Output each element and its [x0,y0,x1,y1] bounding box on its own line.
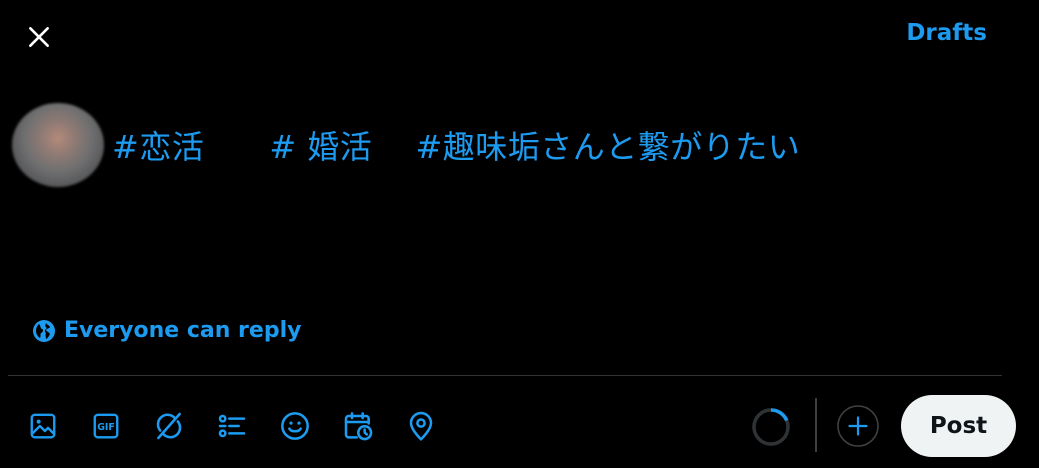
gif-button[interactable]: GIF [87,405,125,447]
gif-icon: GIF [93,413,119,439]
poll-icon [218,414,246,438]
compose-toolbar: GIF [24,405,465,447]
svg-text:GIF: GIF [97,422,115,433]
grok-button[interactable] [150,405,188,447]
emoji-icon [281,412,309,440]
emoji-button[interactable] [276,405,314,447]
reply-setting-button[interactable]: Everyone can reply [32,318,301,343]
globe-icon [33,319,55,342]
divider [8,375,1002,376]
compose-dialog: Drafts #恋活 # 婚活 #趣味垢さんと繋がりたい Everyone ca… [0,0,1039,468]
toolbar-separator [815,398,817,452]
plus-circle-icon [848,416,868,436]
character-count-progress [752,408,790,446]
post-button[interactable]: Post [901,395,1016,457]
close-icon [29,27,49,47]
drafts-link[interactable]: Drafts [906,20,987,46]
media-button[interactable] [24,405,62,447]
add-post-button[interactable] [836,404,880,448]
poll-button[interactable] [213,405,251,447]
location-icon [409,411,433,441]
grok-icon [156,412,182,440]
schedule-button[interactable] [339,405,377,447]
close-button[interactable] [18,16,60,58]
schedule-icon [344,412,373,441]
avatar[interactable] [12,103,104,187]
reply-setting-label: Everyone can reply [64,318,302,343]
image-icon [30,413,56,439]
location-button[interactable] [402,405,440,447]
compose-text-area[interactable]: #恋活 # 婚活 #趣味垢さんと繋がりたい [112,122,800,168]
